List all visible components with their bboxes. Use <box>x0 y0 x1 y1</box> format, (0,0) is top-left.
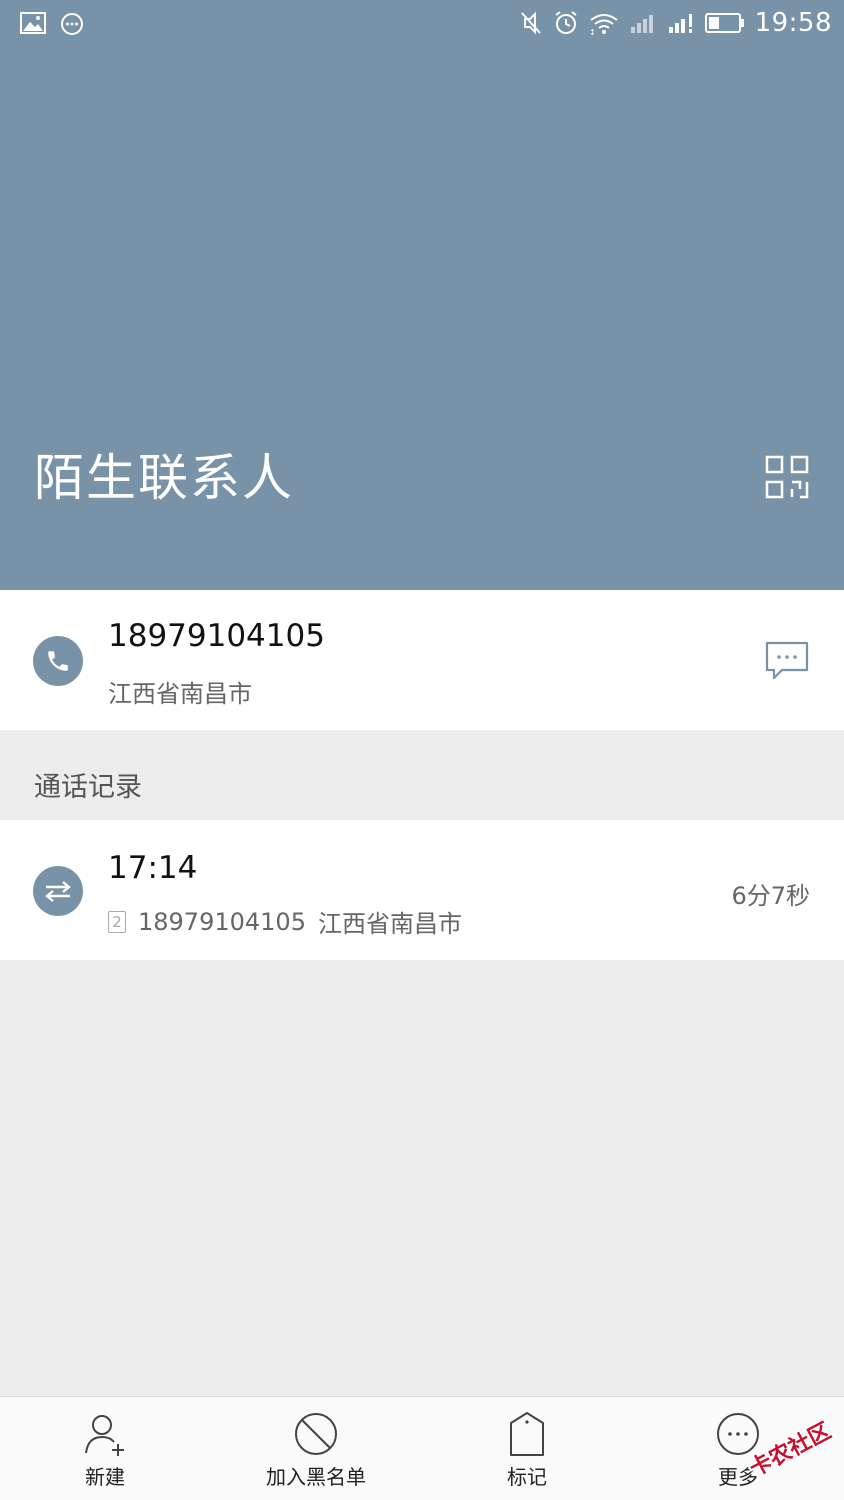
svg-text:卡农社区: 卡农社区 <box>745 1418 835 1482</box>
chat-bubble-icon <box>61 13 83 35</box>
status-right-icons: ↕ 19:58 <box>519 8 832 38</box>
svg-text:↕: ↕ <box>589 28 596 35</box>
call-type-badge <box>33 866 83 916</box>
mark-label: 标记 <box>507 1465 547 1489</box>
blacklist-button[interactable]: 加入黑名单 <box>236 1397 396 1500</box>
call-log-duration: 6分7秒 <box>731 882 810 910</box>
status-left-icons <box>20 12 84 36</box>
mute-icon <box>520 11 541 35</box>
phone-icon <box>48 651 68 671</box>
phone-number: 18979104105 <box>108 618 325 654</box>
call-log-details: 2 18979104105 江西省南昌市 <box>108 904 462 939</box>
new-contact-button[interactable]: 新建 <box>25 1397 185 1500</box>
bottom-toolbar: 新建 加入黑名单 标记 更多 <box>0 1396 844 1500</box>
contact-title: 陌生联系人 <box>34 449 294 507</box>
watermark-logo: 卡农社区 卡农社区 <box>743 1416 837 1484</box>
signal-sim2-icon <box>668 14 692 33</box>
message-icon[interactable] <box>764 640 810 682</box>
call-log-time: 17:14 <box>108 850 198 886</box>
blacklist-label: 加入黑名单 <box>266 1465 366 1489</box>
status-time: 19:58 <box>754 8 832 38</box>
sim-card-icon: 2 <box>108 910 126 933</box>
qr-code-icon[interactable] <box>764 454 810 500</box>
add-contact-icon <box>85 1415 124 1456</box>
new-contact-label: 新建 <box>85 1465 125 1489</box>
battery-icon <box>704 13 744 33</box>
phone-number-row[interactable]: 18979104105 江西省南昌市 <box>0 590 844 730</box>
phone-location: 江西省南昌市 <box>108 680 252 708</box>
alarm-icon <box>554 11 577 34</box>
mark-button[interactable]: 标记 <box>447 1397 607 1500</box>
status-bar: ↕ 19:58 <box>0 0 844 50</box>
call-log-location: 江西省南昌市 <box>317 910 462 938</box>
block-icon <box>295 1413 337 1455</box>
image-icon <box>20 12 46 34</box>
signal-sim1-icon <box>630 15 653 33</box>
transfer-arrows-icon <box>45 881 71 902</box>
call-log-number: 18979104105 <box>138 907 306 936</box>
call-log-section-title: 通话记录 <box>34 772 142 803</box>
contact-detail-screen: ↕ 19:58 陌生联系人 18979104105 江西省南昌市 通话记录 17… <box>0 0 844 1500</box>
tag-icon <box>510 1412 544 1456</box>
header: ↕ 19:58 陌生联系人 <box>0 0 844 590</box>
call-log-entry[interactable]: 17:14 2 18979104105 江西省南昌市 6分7秒 <box>0 820 844 960</box>
call-button[interactable] <box>33 636 83 686</box>
wifi-icon: ↕ <box>589 14 618 35</box>
